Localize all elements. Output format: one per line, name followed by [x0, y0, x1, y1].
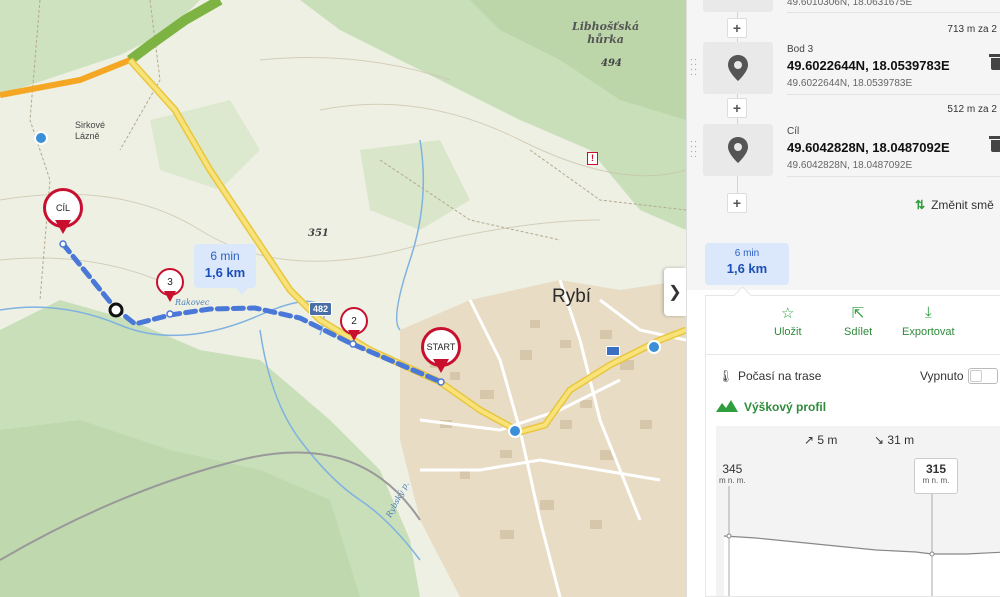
elevation-chart[interactable] — [716, 426, 1000, 596]
export-button[interactable]: ⤓ Exportovat — [902, 304, 955, 338]
drag-handle-icon[interactable]: :::::: — [690, 57, 698, 78]
save-button[interactable]: ☆ Uložit — [774, 304, 802, 338]
weather-row: 🌡 Počasí na trase — [718, 369, 822, 383]
waypoint-prev-coord-small: 49.6010306N, 18.0631675E — [787, 0, 913, 8]
delete-waypoint-3-icon[interactable] — [989, 54, 1000, 70]
descent-arrow-icon: ↘ — [874, 433, 885, 447]
bus-stop-icon[interactable] — [508, 424, 522, 438]
change-direction-button[interactable]: ⇅ Změnit smě — [915, 198, 994, 212]
collapse-panel-button[interactable]: ❯ — [664, 268, 686, 316]
waypoint-finish-coord: 49.6042828N, 18.0487092E — [787, 140, 950, 155]
thermometer-icon: 🌡 — [718, 369, 734, 383]
elevation-profile-title[interactable]: Výškový profil — [716, 400, 826, 414]
route-variant-tab[interactable]: 6 min 1,6 km — [705, 243, 789, 285]
share-icon: ⇱ — [851, 305, 865, 322]
delete-waypoint-finish-icon[interactable] — [989, 136, 1000, 152]
swap-arrows-icon: ⇅ — [915, 198, 926, 212]
spa-label: Sirkové Lázně — [75, 120, 106, 141]
map-view[interactable]: Libhošťská hůrka 494 351 Rybí Sirkové Lá… — [0, 0, 686, 597]
route-tab-time: 6 min — [734, 248, 760, 259]
waypoint-finish-coord-small: 49.6042828N, 18.0487092E — [787, 160, 913, 171]
elevation-chart-svg — [723, 486, 1000, 596]
mountain-icon — [716, 400, 738, 412]
drag-handle-icon[interactable]: :::::: — [690, 139, 698, 160]
road-number-shield: 482 — [309, 302, 333, 316]
waypoint-3-coord-small: 49.6022644N, 18.0539783E — [787, 78, 913, 89]
segment-2-info: 512 m za 2 m — [947, 104, 1000, 115]
waypoint-card-prev[interactable] — [703, 0, 773, 12]
post-office-icon[interactable] — [606, 346, 620, 356]
add-waypoint-button[interactable]: + — [727, 18, 747, 38]
start-altitude-label: 345 m n. m. — [719, 462, 746, 485]
route-time: 6 min — [210, 249, 240, 263]
location-pin-icon — [728, 55, 748, 81]
route-distance: 1,6 km — [204, 265, 246, 280]
segment-1-info: 713 m za 2 m — [947, 24, 1000, 35]
waypoint-3-coord: 49.6022644N, 18.0539783E — [787, 58, 950, 73]
app-root: Libhošťská hůrka 494 351 Rybí Sirkové Lá… — [0, 0, 1000, 597]
town-label: Rybí — [552, 286, 592, 307]
altitude-351-label: 351 — [308, 228, 329, 239]
waypoint-2-marker[interactable]: 2 — [340, 307, 368, 347]
waypoint-3-title: Bod 3 — [787, 44, 814, 55]
weather-toggle[interactable] — [968, 368, 998, 384]
route-tab-distance: 1,6 km — [726, 261, 768, 276]
current-altitude-bubble: 315 m n. m. — [914, 458, 958, 494]
add-waypoint-button[interactable]: + — [727, 98, 747, 118]
waypoint-finish-title: Cíl — [787, 126, 800, 137]
route-details: ☆ Uložit ⇱ Sdílet ⤓ Exportovat 🌡 Počasí na t… — [705, 295, 1000, 597]
route-panel: 49.6010306N, 18.0631675E + 713 m za 2 m … — [686, 0, 1000, 597]
ascent-stat: ↗ 5 m — [804, 433, 838, 447]
bus-stop-icon[interactable] — [34, 131, 48, 145]
peak-altitude-label: 494 — [601, 58, 622, 69]
location-pin-icon — [728, 137, 748, 163]
waypoint-3-marker[interactable]: 3 — [156, 268, 184, 308]
weather-toggle-label: Vypnuto — [920, 369, 964, 383]
route-summary-bubble[interactable]: 6 min 1,6 km — [194, 244, 256, 295]
bus-stop-icon[interactable] — [647, 340, 661, 354]
download-icon: ⤓ — [924, 304, 932, 321]
route-actions: ☆ Uložit ⇱ Sdílet ⤓ Exportovat — [706, 304, 1000, 348]
descent-stat: ↘ 31 m — [874, 433, 915, 447]
start-marker[interactable]: START — [421, 327, 461, 379]
peak-name-label: Libhošťská hůrka — [572, 20, 640, 46]
waypoint-3-card[interactable] — [703, 42, 773, 94]
add-waypoint-button[interactable]: + — [727, 193, 747, 213]
warning-icon[interactable]: ! — [587, 152, 598, 165]
star-icon: ☆ — [781, 305, 795, 322]
share-button[interactable]: ⇱ Sdílet — [844, 304, 872, 338]
ascent-arrow-icon: ↗ — [804, 433, 815, 447]
finish-marker[interactable]: CÍL — [43, 188, 83, 240]
waypoint-finish-card[interactable] — [703, 124, 773, 176]
